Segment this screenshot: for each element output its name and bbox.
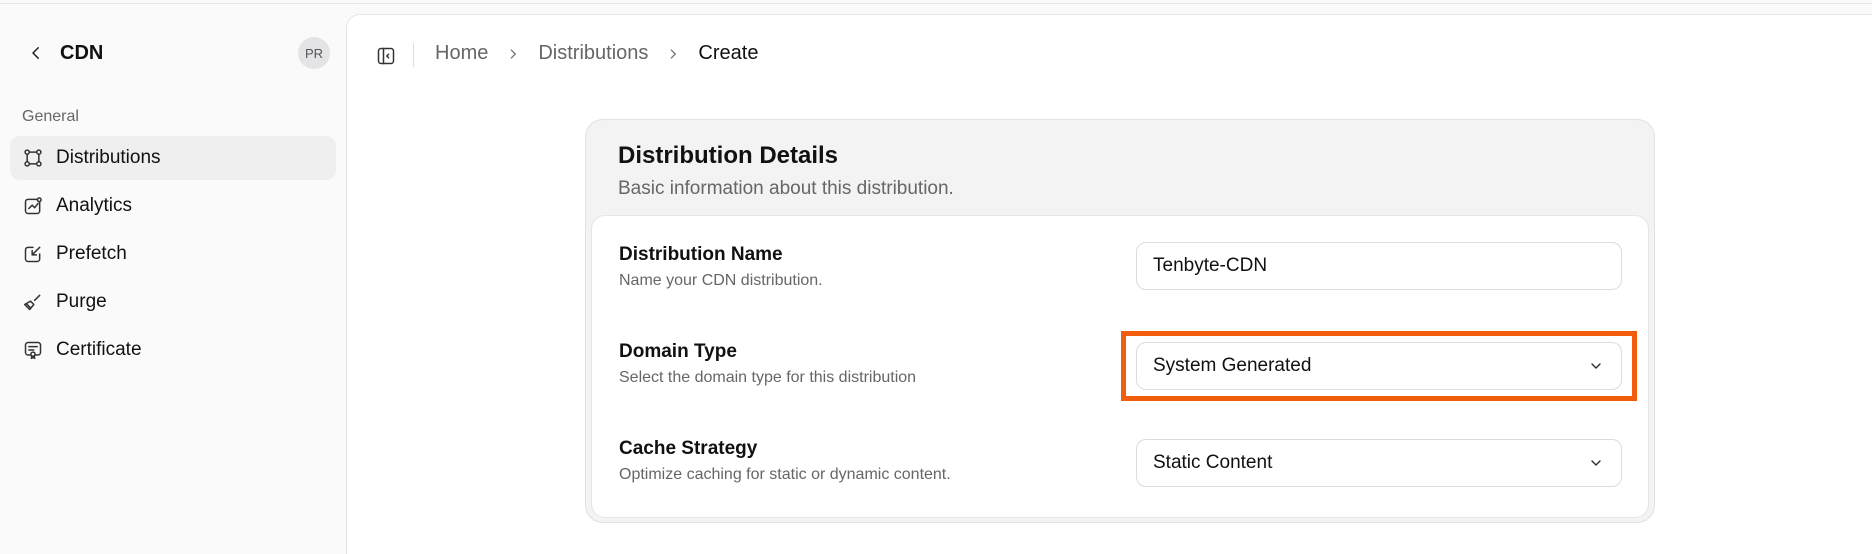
sidebar-item-label: Purge [56,291,107,312]
sidebar-nav: Distributions Analytics Prefetch Purge C… [10,136,336,376]
domain-type-help: Select the domain type for this distribu… [619,369,917,386]
sidebar-item-certificate[interactable]: Certificate [10,328,336,372]
sidebar-item-purge[interactable]: Purge [10,280,336,324]
nav-group-label: General [22,108,79,125]
back-button[interactable] [24,41,48,65]
distribution-name-help: Name your CDN distribution. [619,272,823,289]
card-subtitle: Basic information about this distributio… [618,178,954,199]
analytics-icon [22,195,44,217]
chevron-left-icon [32,47,39,59]
breadcrumb-home[interactable]: Home [435,42,488,65]
distribution-name-value: Tenbyte-CDN [1153,255,1268,276]
sidebar-item-label: Prefetch [56,243,127,264]
chevron-right-icon [506,47,520,61]
avatar[interactable]: PR [298,37,330,69]
cache-strategy-help: Optimize caching for static or dynamic c… [619,466,951,483]
prefetch-icon [22,243,44,265]
chevron-down-icon [1587,454,1605,472]
sidebar: CDN PR General Distributions Analytics P… [0,4,348,541]
sidebar-item-label: Analytics [56,195,133,216]
breadcrumb-create: Create [698,42,759,64]
sidebar-item-label: Distributions [56,147,161,168]
sidebar-item-prefetch[interactable]: Prefetch [10,232,336,276]
breadcrumb-distributions[interactable]: Distributions [538,42,648,65]
main-panel: Home Distributions Create Distribution D… [346,14,1872,554]
purge-icon [22,291,44,313]
distribution-name-label: Distribution Name [619,244,783,265]
distribution-details-card: Distribution Details Basic information a… [585,119,1655,523]
card-body: Distribution Name Name your CDN distribu… [591,215,1649,518]
cache-strategy-label: Cache Strategy [619,438,758,459]
sidebar-item-analytics[interactable]: Analytics [10,184,336,228]
domain-type-label: Domain Type [619,341,737,362]
cache-strategy-select[interactable]: Static Content [1136,439,1622,487]
domain-type-select[interactable]: System Generated [1136,342,1622,390]
chevron-down-icon [1587,357,1605,375]
breadcrumb: Home Distributions Create [435,42,758,65]
distributions-icon [22,147,44,169]
panel-left-icon [377,47,395,65]
sidebar-item-distributions[interactable]: Distributions [10,136,336,180]
sidebar-item-label: Certificate [56,339,142,360]
certificate-icon [22,339,44,361]
distribution-name-input[interactable]: Tenbyte-CDN [1136,242,1622,290]
sidebar-toggle-button[interactable] [373,43,399,69]
card-title: Distribution Details [618,142,839,169]
domain-type-value: System Generated [1153,355,1312,376]
header-divider [413,43,414,67]
cache-strategy-value: Static Content [1153,452,1273,473]
app-title: CDN [60,42,104,64]
sidebar-header: CDN PR [20,34,330,74]
chevron-right-icon [666,47,680,61]
